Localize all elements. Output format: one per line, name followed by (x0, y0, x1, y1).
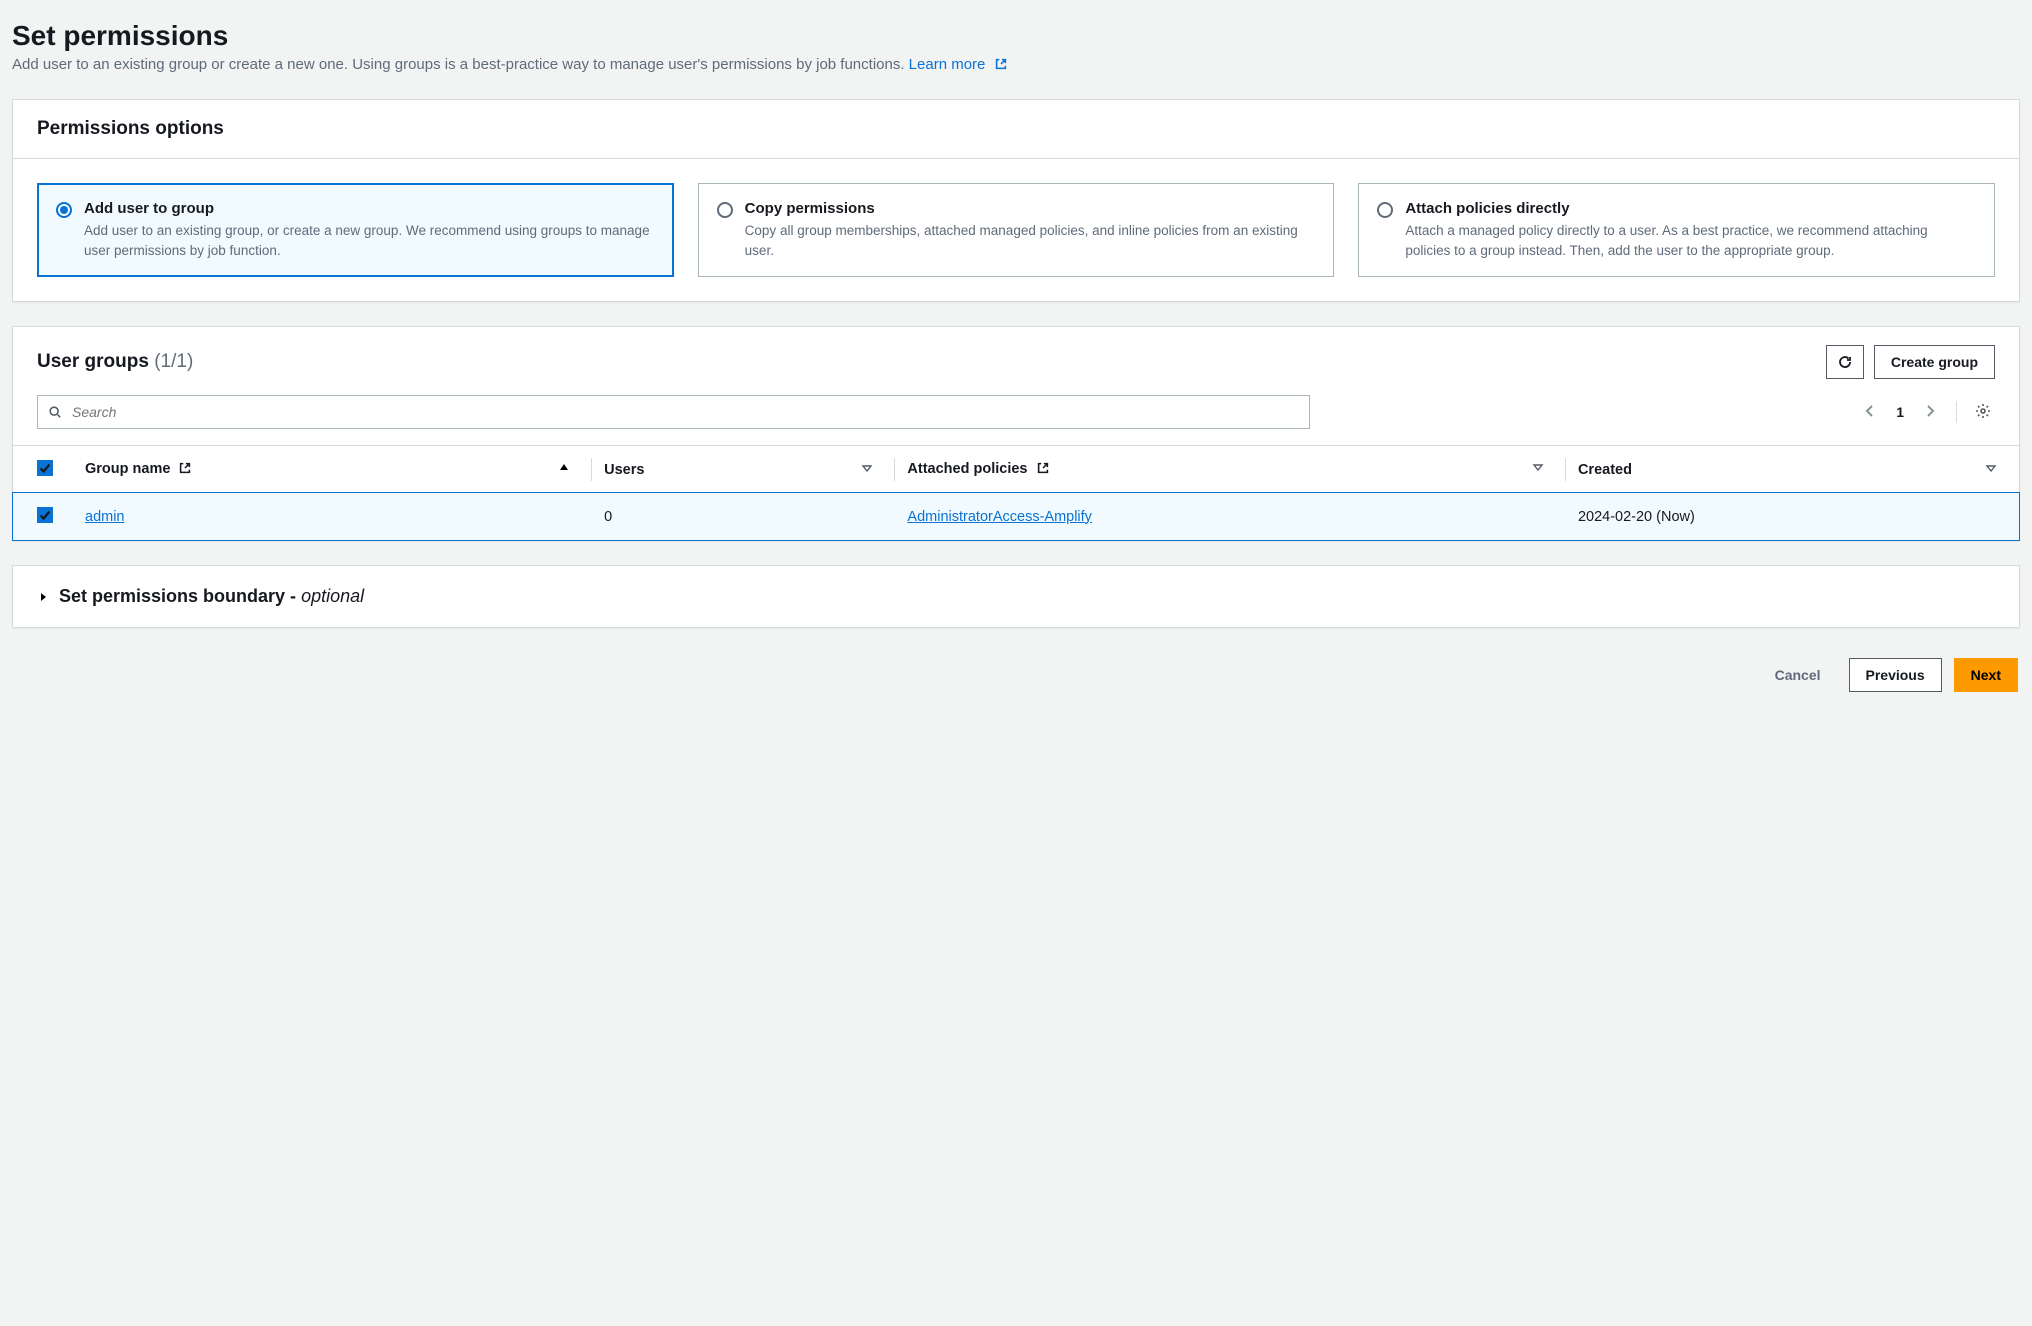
previous-button[interactable]: Previous (1849, 658, 1942, 692)
search-box[interactable] (37, 395, 1310, 429)
permissions-options-row: Add user to group Add user to an existin… (37, 183, 1995, 277)
page-title: Set permissions (12, 20, 2020, 52)
option-desc: Attach a managed policy directly to a us… (1405, 221, 1976, 260)
page-description-text: Add user to an existing group or create … (12, 56, 905, 73)
pagination: 1 (1858, 399, 1995, 426)
user-groups-panel: User groups (1/1) Create group 1 (12, 326, 2020, 541)
gear-icon (1975, 403, 1991, 419)
next-label: Next (1971, 667, 2001, 683)
create-group-button[interactable]: Create group (1874, 345, 1995, 379)
option-title: Add user to group (84, 200, 655, 217)
cell-created: 2024-02-20 (Now) (1566, 493, 2019, 540)
footer-actions: Cancel Previous Next (12, 652, 2020, 712)
permissions-boundary-title: Set permissions boundary - optional (59, 586, 364, 607)
check-icon (38, 461, 52, 475)
radio-icon (717, 202, 733, 218)
sort-asc-icon (558, 461, 570, 477)
col-users[interactable]: Users (592, 446, 895, 494)
user-groups-title: User groups (1/1) (37, 351, 193, 373)
page-number: 1 (1896, 404, 1904, 420)
option-title: Copy permissions (745, 200, 1316, 217)
settings-button[interactable] (1971, 399, 1995, 426)
permissions-boundary-toggle[interactable]: Set permissions boundary - optional (13, 566, 2019, 627)
learn-more-label: Learn more (909, 56, 986, 73)
col-policies-label: Attached policies (907, 461, 1027, 477)
permissions-boundary-panel: Set permissions boundary - optional (12, 565, 2020, 628)
radio-icon (56, 202, 72, 218)
option-add-to-group[interactable]: Add user to group Add user to an existin… (37, 183, 674, 277)
filter-icon (1532, 461, 1544, 477)
prev-page-button[interactable] (1858, 399, 1882, 426)
group-name-link[interactable]: admin (85, 509, 125, 525)
learn-more-link[interactable]: Learn more (909, 56, 1008, 73)
permissions-options-panel: Permissions options Add user to group Ad… (12, 99, 2020, 302)
select-all-checkbox[interactable] (37, 460, 53, 476)
user-groups-table: Group name Users Attached policies (13, 445, 2019, 540)
permissions-boundary-optional: optional (301, 586, 364, 606)
user-groups-title-text: User groups (37, 351, 149, 372)
option-desc: Add user to an existing group, or create… (84, 221, 655, 260)
col-group-name-label: Group name (85, 461, 170, 477)
external-link-icon (178, 461, 192, 479)
filter-icon (1985, 462, 1997, 478)
policy-link[interactable]: AdministratorAccess-Amplify (907, 509, 1092, 525)
chevron-right-icon (1922, 403, 1938, 419)
refresh-button[interactable] (1826, 345, 1864, 379)
create-group-label: Create group (1891, 354, 1978, 370)
next-button[interactable]: Next (1954, 658, 2018, 692)
col-users-label: Users (604, 462, 644, 478)
search-input[interactable] (70, 403, 1299, 421)
divider (1956, 401, 1957, 423)
option-title: Attach policies directly (1405, 200, 1976, 217)
col-policies[interactable]: Attached policies (895, 446, 1566, 494)
user-groups-count: (1/1) (154, 351, 193, 372)
cancel-button[interactable]: Cancel (1759, 658, 1837, 692)
col-group-name[interactable]: Group name (73, 446, 592, 494)
caret-right-icon (37, 591, 49, 603)
permissions-options-header: Permissions options (13, 100, 2019, 159)
option-desc: Copy all group memberships, attached man… (745, 221, 1316, 260)
check-icon (38, 508, 52, 522)
chevron-left-icon (1862, 403, 1878, 419)
external-link-icon (1036, 461, 1050, 479)
cancel-label: Cancel (1775, 667, 1821, 683)
search-icon (48, 405, 62, 419)
col-created[interactable]: Created (1566, 446, 2019, 494)
table-row[interactable]: admin 0 AdministratorAccess-Amplify 2024… (13, 493, 2019, 540)
external-link-icon (994, 57, 1008, 75)
permissions-boundary-title-text: Set permissions boundary - (59, 586, 301, 606)
next-page-button[interactable] (1918, 399, 1942, 426)
col-created-label: Created (1578, 462, 1632, 478)
previous-label: Previous (1866, 667, 1925, 683)
filter-icon (861, 462, 873, 478)
row-checkbox[interactable] (37, 507, 53, 523)
refresh-icon (1837, 354, 1853, 370)
page-description: Add user to an existing group or create … (12, 56, 2020, 75)
option-attach-policies[interactable]: Attach policies directly Attach a manage… (1358, 183, 1995, 277)
cell-users: 0 (592, 493, 895, 540)
option-copy-permissions[interactable]: Copy permissions Copy all group membersh… (698, 183, 1335, 277)
radio-icon (1377, 202, 1393, 218)
